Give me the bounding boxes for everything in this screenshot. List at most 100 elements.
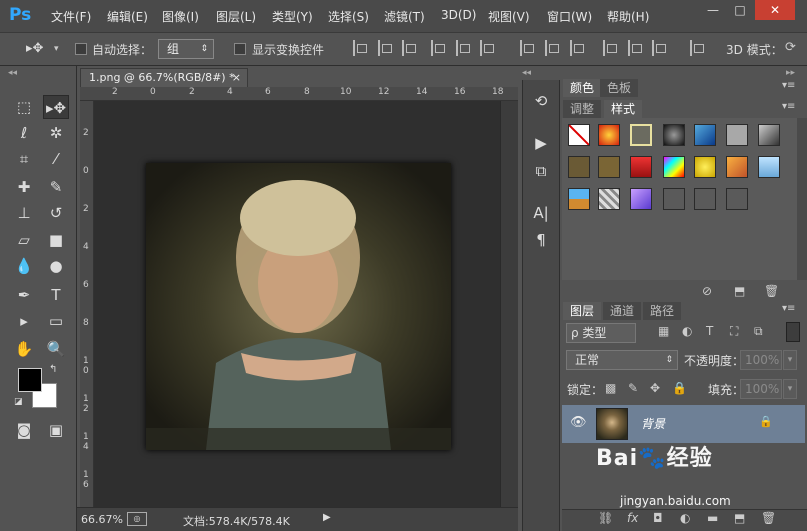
delete-layer-icon[interactable]: 🗑 (761, 511, 776, 525)
layer-thumbnail[interactable] (596, 408, 628, 440)
menu-window[interactable]: 窗口(W) (547, 8, 592, 25)
menu-view[interactable]: 视图(V) (488, 8, 530, 25)
align-bottom-icon[interactable] (402, 40, 416, 56)
auto-align-icon[interactable] (690, 40, 704, 56)
brush-tool-icon[interactable]: ✎ (43, 175, 69, 199)
move-tool-icon[interactable]: ▸✥ (26, 41, 43, 56)
pen-tool-icon[interactable]: ✒ (11, 283, 37, 307)
3d-rotate-icon[interactable]: ⟳ (785, 40, 796, 55)
rectangle-tool-icon[interactable]: ▭ (43, 309, 69, 333)
filter-pixel-icon[interactable]: ▦ (658, 324, 669, 338)
align-right-icon[interactable] (480, 40, 494, 56)
fill-input[interactable]: 100% (740, 379, 782, 399)
lock-transparent-icon[interactable]: ▩ (605, 381, 616, 395)
style-swatch[interactable] (663, 188, 685, 210)
distribute-right-icon[interactable] (652, 40, 666, 56)
eye-visibility-icon[interactable]: 👁 (570, 415, 587, 430)
style-swatch[interactable] (726, 188, 748, 210)
history-panel-icon[interactable]: ⟲ (530, 90, 552, 112)
new-group-icon[interactable]: ▬ (707, 511, 718, 525)
auto-select-dropdown[interactable]: 组 ⇕ (158, 39, 214, 59)
tab-layers[interactable]: 图层 (563, 302, 602, 320)
foreground-color-fill[interactable] (18, 368, 42, 392)
tab-color[interactable]: 颜色 (563, 79, 602, 97)
clone-stamp-tool-icon[interactable]: ⊥ (11, 201, 37, 225)
layer-name[interactable]: 背景 (641, 415, 665, 432)
style-swatch[interactable] (568, 156, 590, 178)
dodge-tool-icon[interactable]: ● (43, 254, 69, 278)
collapse-dock-icon[interactable]: ◂◂ (522, 68, 531, 78)
styles-panel-menu-icon[interactable]: ▾≡ (782, 101, 795, 112)
align-top-icon[interactable] (353, 40, 367, 56)
tool-preset-chevron-icon[interactable]: ▾ (54, 44, 59, 54)
opacity-slider-toggle[interactable]: ▾ (783, 350, 797, 370)
style-swatch-selected[interactable] (630, 124, 652, 146)
menu-3d[interactable]: 3D(D) (441, 8, 476, 22)
filter-shape-icon[interactable]: ⛶ (730, 324, 738, 339)
tab-channels[interactable]: 通道 (603, 302, 642, 320)
lasso-tool-icon[interactable]: ℓ (11, 121, 37, 145)
menu-edit[interactable]: 编辑(E) (107, 8, 148, 25)
crop-tool-icon[interactable]: ⌗ (11, 147, 37, 171)
panel-menu-icon[interactable]: ▾≡ (782, 80, 795, 91)
adjustment-layer-icon[interactable]: ◐ (680, 511, 690, 525)
distribute-left-icon[interactable] (603, 40, 617, 56)
show-transform-checkbox[interactable] (234, 43, 246, 55)
style-swatch[interactable] (630, 188, 652, 210)
type-tool-icon[interactable]: T (43, 283, 69, 307)
distribute-vcenter-icon[interactable] (545, 40, 559, 56)
distribute-bottom-icon[interactable] (570, 40, 584, 56)
style-swatch[interactable] (758, 156, 780, 178)
add-mask-icon[interactable]: ◘ (653, 511, 663, 525)
menu-filter[interactable]: 滤镜(T) (384, 8, 425, 25)
blend-mode-dropdown[interactable]: 正常 ⇕ (566, 350, 678, 370)
character-panel-icon[interactable]: A| (530, 202, 552, 224)
layer-effects-icon[interactable]: fx (627, 511, 638, 525)
properties-panel-icon[interactable]: ⧉ (530, 160, 552, 182)
layers-panel-menu-icon[interactable]: ▾≡ (782, 303, 795, 314)
tab-styles[interactable]: 样式 (604, 100, 643, 118)
history-brush-tool-icon[interactable]: ↺ (43, 201, 69, 225)
default-colors-icon[interactable]: ◪ (14, 397, 23, 407)
tab-paths[interactable]: 路径 (643, 302, 682, 320)
style-swatch[interactable] (663, 156, 685, 178)
style-swatch[interactable] (726, 156, 748, 178)
distribute-top-icon[interactable] (520, 40, 534, 56)
filter-adjustment-icon[interactable]: ◐ (682, 324, 692, 338)
lock-position-icon[interactable]: ✥ (650, 381, 660, 395)
align-hcenter-icon[interactable] (456, 40, 470, 56)
style-swatch[interactable] (758, 124, 780, 146)
style-swatch[interactable] (694, 156, 716, 178)
align-vcenter-icon[interactable] (378, 40, 392, 56)
style-swatch-none[interactable] (568, 124, 590, 146)
zoom-tool-icon[interactable]: 🔍 (43, 337, 69, 361)
opacity-input[interactable]: 100% (740, 350, 782, 370)
style-swatch[interactable] (726, 124, 748, 146)
paragraph-panel-icon[interactable]: ¶ (530, 229, 552, 251)
style-swatch[interactable] (694, 188, 716, 210)
style-swatch[interactable] (598, 188, 620, 210)
auto-select-checkbox[interactable] (75, 43, 87, 55)
hand-tool-icon[interactable]: ✋ (11, 337, 37, 361)
filter-toggle[interactable] (786, 322, 800, 342)
style-swatch[interactable] (598, 156, 620, 178)
minimize-button[interactable]: — (700, 0, 726, 20)
move-tool-button[interactable]: ▸✥ (43, 95, 69, 119)
swap-colors-icon[interactable]: ↰ (49, 364, 57, 375)
style-swatch[interactable] (598, 124, 620, 146)
quick-mask-icon[interactable]: ◙ (11, 418, 37, 442)
delete-style-icon[interactable]: 🗑 (764, 284, 779, 298)
collapse-toolbar-icon[interactable]: ◂◂ (8, 68, 17, 78)
screen-mode-icon[interactable]: ▣ (43, 418, 69, 442)
menu-select[interactable]: 选择(S) (328, 8, 369, 25)
tab-swatches[interactable]: 色板 (600, 79, 639, 97)
style-swatch[interactable] (568, 188, 590, 210)
menu-help[interactable]: 帮助(H) (607, 8, 649, 25)
filter-type-icon[interactable]: T (706, 324, 713, 338)
vertical-scrollbar[interactable] (500, 101, 518, 507)
marquee-tool-icon[interactable]: ⬚ (11, 95, 37, 119)
actions-panel-icon[interactable]: ▶ (530, 132, 552, 154)
status-menu-arrow-icon[interactable]: ▶ (323, 512, 331, 523)
healing-brush-tool-icon[interactable]: ✚ (11, 175, 37, 199)
menu-layer[interactable]: 图层(L) (216, 8, 256, 25)
